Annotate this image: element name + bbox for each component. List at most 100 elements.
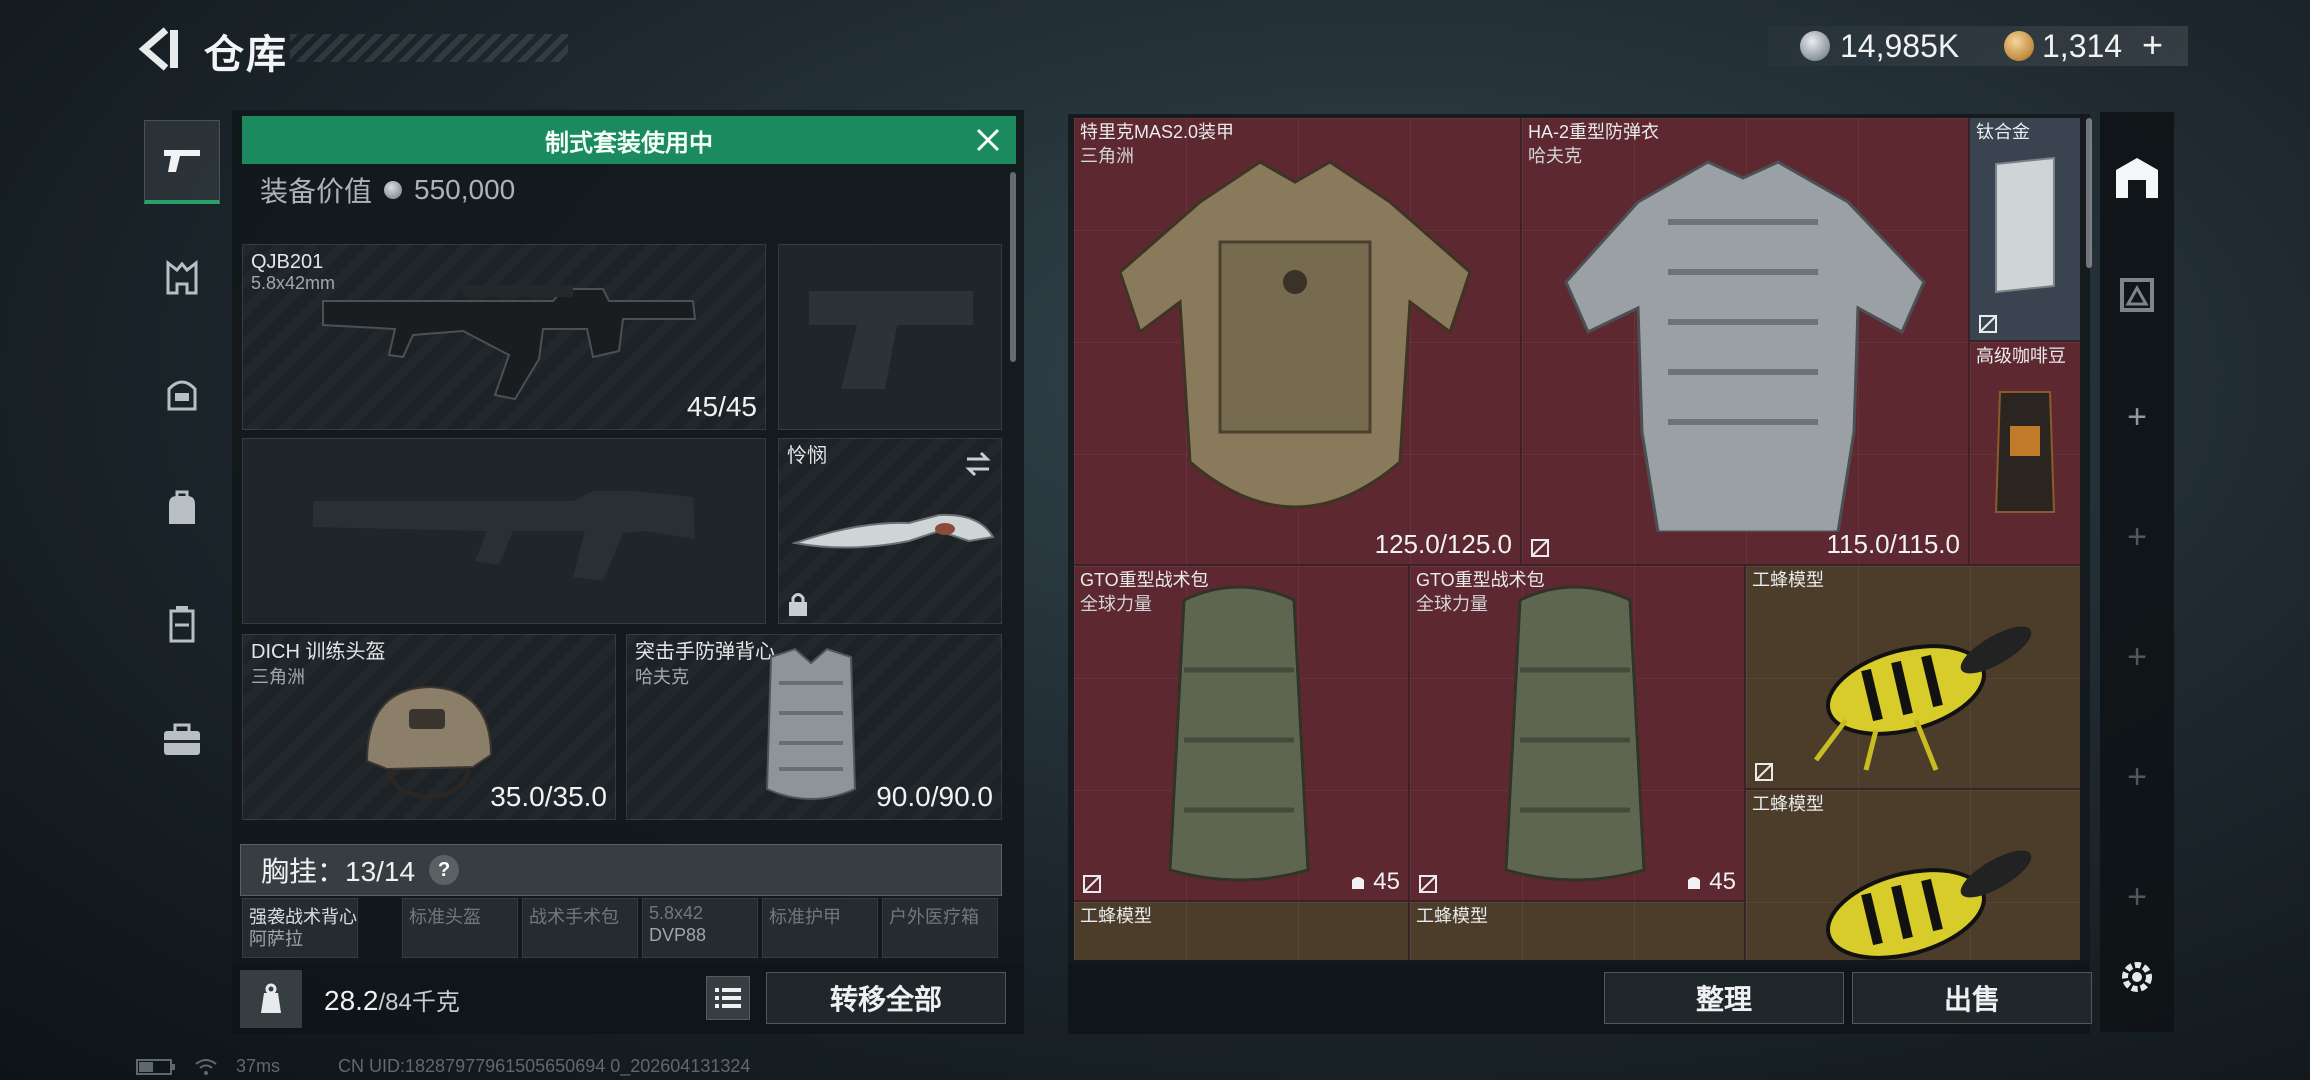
storage-item[interactable]: 工蜂模型 [1746, 790, 2080, 960]
item-durability: 125.0/125.0 [1374, 529, 1512, 559]
primary-weapon-slot[interactable]: QJB201 5.8x42mm 45/45 [242, 244, 766, 430]
coin-icon [384, 181, 403, 199]
add-storage-button[interactable]: + [2104, 384, 2170, 450]
armor-image [1118, 160, 1472, 509]
equipment-value: 装备价值 550,000 [260, 170, 515, 210]
pistol-placeholder-icon [809, 291, 973, 389]
item-capacity: 45 [1349, 868, 1400, 896]
close-banner-button[interactable] [972, 124, 1004, 156]
storage-item[interactable]: 工蜂模型 [1074, 902, 1408, 960]
category-nav [136, 108, 228, 1008]
pistol-slot[interactable] [778, 244, 1002, 430]
no-insure-icon [1083, 875, 1101, 893]
storage-grid: 特里克MAS2.0装甲 三角洲 125.0/125.0 HA-2重型防弹衣 哈夫… [1074, 118, 2080, 960]
melee-slot[interactable]: 怜悯 [778, 438, 1002, 624]
storage-item[interactable]: 工蜂模型 [1410, 902, 1744, 960]
weight-current: 28.2 [324, 985, 379, 1016]
rifle-placeholder-icon [313, 491, 695, 581]
storage-scrollbar[interactable] [2086, 118, 2092, 268]
value-label: 装备价值 [260, 176, 373, 207]
tab-backpacks[interactable] [144, 466, 220, 550]
wifi-icon [195, 1058, 217, 1075]
back-button[interactable] [136, 24, 182, 74]
warehouse-icon [2116, 158, 2158, 198]
item-name: 工蜂模型 [1416, 906, 1488, 926]
transfer-all-button[interactable]: 转移全部 [766, 972, 1006, 1024]
premium-balance: 1,314 [2042, 28, 2123, 64]
weight-icon [261, 983, 281, 1013]
storage-item[interactable]: GTO重型战术包 全球力量 45 [1410, 566, 1744, 900]
rig-icon [169, 606, 195, 643]
storage-item[interactable]: 特里克MAS2.0装甲 三角洲 125.0/125.0 [1074, 118, 1520, 564]
sort-button[interactable]: 整理 [1604, 972, 1844, 1024]
no-insure-icon [1419, 875, 1437, 893]
swap-icon[interactable] [963, 449, 993, 479]
tab-helmets[interactable] [144, 352, 220, 436]
rig-slot-3[interactable]: 战术手术包 [522, 898, 638, 958]
ping-readout: 37ms [236, 1056, 281, 1076]
list-icon [715, 988, 741, 1008]
armor-slot[interactable]: 突击手防弹背心 哈夫克 90.0/90.0 [626, 634, 1002, 820]
item-name: 工蜂模型 [1080, 906, 1152, 926]
storage-item[interactable]: 工蜂模型 [1746, 566, 2080, 788]
tab-armor-sets[interactable] [144, 236, 220, 320]
armor-durability: 90.0/90.0 [876, 781, 993, 812]
rig-slot-5[interactable]: 标准护甲 [762, 898, 878, 958]
add-currency-button[interactable]: + [2142, 24, 2163, 66]
backpack-image [1168, 585, 1310, 882]
rig-slot-name: 5.8x42 [649, 903, 704, 923]
rig-slot-2[interactable]: 标准头盔 [402, 898, 518, 958]
helmet-slot[interactable]: DICH 训练头盔 三角洲 35.0/35.0 [242, 634, 616, 820]
rig-slot-1[interactable]: 强袭战术背心 阿萨拉 [242, 898, 358, 958]
vest-image [765, 647, 857, 800]
storage-item[interactable]: 高级咖啡豆 [1970, 342, 2080, 564]
titanium-alloy-image [1995, 156, 2055, 294]
add-storage-button[interactable]: + [2104, 624, 2170, 690]
storage-item[interactable]: 钛合金 [1970, 118, 2080, 340]
silver-coin-icon [1800, 31, 1830, 61]
chest-rig-header[interactable]: 胸挂：13/14 ? [240, 844, 1002, 896]
rifle-image [322, 285, 697, 401]
secondary-weapon-slot[interactable] [242, 438, 766, 624]
extension-tab[interactable] [2104, 262, 2170, 328]
rig-slot-6[interactable]: 户外医疗箱 [882, 898, 998, 958]
tab-supplies[interactable] [144, 698, 220, 782]
tab-weapons[interactable] [144, 120, 220, 204]
add-storage-button[interactable]: + [2104, 504, 2170, 570]
tab-chest-rigs[interactable] [144, 582, 220, 666]
armor-set-icon [166, 260, 198, 295]
rig-slot-brand: 阿萨拉 [249, 929, 303, 949]
backpack-icon [169, 490, 195, 524]
item-name: 钛合金 [1976, 122, 2030, 142]
close-icon [976, 128, 1000, 152]
rig-slot-sub: DVP88 [649, 925, 707, 945]
sell-button[interactable]: 出售 [1852, 972, 2092, 1024]
rig-slot-name: 标准头盔 [409, 907, 481, 927]
coffee-bag-image [1994, 391, 2056, 513]
no-insure-icon [1979, 315, 1997, 333]
item-capacity: 45 [1685, 868, 1736, 896]
title-decoration [290, 34, 568, 62]
item-capacity-value: 45 [1373, 868, 1400, 895]
preset-kit-banner: 制式套装使用中 [242, 116, 1016, 164]
storage-item[interactable]: HA-2重型防弹衣 哈夫克 115.0/115.0 [1522, 118, 1968, 564]
add-storage-button[interactable]: + [2104, 864, 2170, 930]
page-title: 仓库 [204, 33, 288, 77]
help-button[interactable]: ? [429, 855, 460, 885]
helmet-durability: 35.0/35.0 [490, 781, 607, 812]
chest-rig-label: 胸挂：13/14 [261, 856, 416, 887]
rig-slot-4[interactable]: 5.8x42 DVP88 [642, 898, 758, 958]
storage-item[interactable]: GTO重型战术包 全球力量 45 [1074, 566, 1408, 900]
loadout-scrollbar[interactable] [1010, 172, 1016, 362]
add-storage-button[interactable]: + [2104, 744, 2170, 810]
settings-button[interactable] [2104, 944, 2170, 1010]
warehouse-tab[interactable] [2104, 144, 2170, 210]
heavy-armor-image [1564, 160, 1926, 532]
list-view-button[interactable] [706, 976, 750, 1020]
bag-icon [1352, 877, 1365, 889]
medkit-icon [164, 723, 200, 755]
weight-capacity: /84千克 [378, 989, 460, 1016]
item-name: 高级咖啡豆 [1976, 346, 2066, 366]
bag-icon [1688, 877, 1701, 889]
no-insure-icon [1531, 539, 1549, 557]
